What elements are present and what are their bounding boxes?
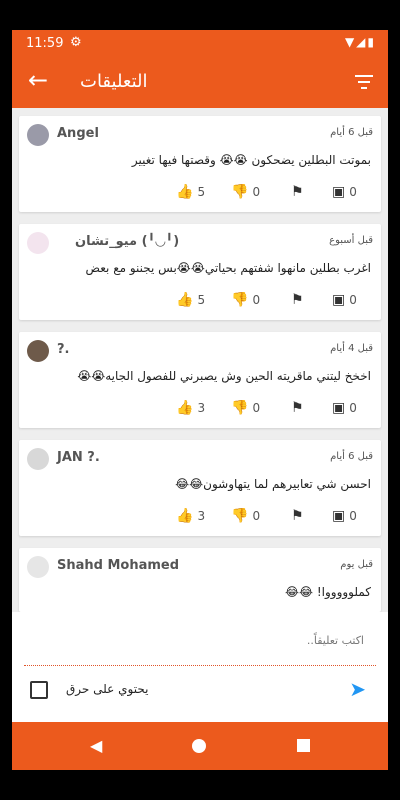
comment-time: قبل 6 أيام xyxy=(330,451,373,462)
comment-input[interactable]: اكتب تعليقاً.. xyxy=(307,634,364,647)
reply-button[interactable]: ▣ 0 xyxy=(332,292,357,308)
avatar[interactable] xyxy=(27,340,49,362)
settings-gear-icon: ⚙ xyxy=(70,35,82,50)
comment-text: احسن شي تعابيرهم لما يتهاوشون😂😂 xyxy=(175,477,371,491)
comment-icon: ▣ xyxy=(332,184,346,200)
report-button[interactable]: ⚑ xyxy=(291,184,304,200)
comment-author[interactable]: JAN ?. xyxy=(57,450,100,465)
comment-actions: 👍 5 👎 0 ⚑ ▣ 0 xyxy=(19,292,381,310)
comment-card: ميو_تشان (╹◡╹) قبل أسبوع اغرب بطلين مانه… xyxy=(19,224,381,320)
comment-card: ?. قبل 4 أيام اخخخ ليتني ماقريته الحين و… xyxy=(19,332,381,428)
thumbs-down-icon: 👎 xyxy=(231,292,249,308)
reply-count: 0 xyxy=(349,509,357,523)
avatar[interactable] xyxy=(27,232,49,254)
dislike-count: 0 xyxy=(252,293,261,307)
like-button[interactable]: 👍 5 xyxy=(176,184,205,200)
comment-author[interactable]: Shahd Mohamed xyxy=(57,558,179,573)
comment-author[interactable]: Angel xyxy=(57,126,99,141)
status-time: 11:59 xyxy=(26,36,64,51)
comment-composer: اكتب تعليقاً.. يحتوي على حرق ➤ xyxy=(12,612,388,722)
like-count: 5 xyxy=(197,185,206,199)
reply-button[interactable]: ▣ 0 xyxy=(332,184,357,200)
comment-text: كملوووووا! 😂😂 xyxy=(284,585,371,599)
thumbs-up-icon: 👍 xyxy=(176,508,194,524)
dislike-count: 0 xyxy=(252,509,261,523)
dislike-button[interactable]: 👎 0 xyxy=(231,184,260,200)
thumbs-up-icon: 👍 xyxy=(176,184,194,200)
like-button[interactable]: 👍 3 xyxy=(176,508,205,524)
avatar[interactable] xyxy=(27,124,49,146)
app-bar: ← التعليقات xyxy=(12,58,388,108)
dislike-button[interactable]: 👎 0 xyxy=(231,508,260,524)
comment-actions: 👍 3 👎 0 ⚑ ▣ 0 xyxy=(19,400,381,418)
system-status-icons: ▼◢▮ xyxy=(344,35,376,49)
like-count: 5 xyxy=(197,293,206,307)
reply-count: 0 xyxy=(349,185,357,199)
comment-text: بموتت البطلين يضحكون 😭😭 وقصتها فيها تغيي… xyxy=(131,153,371,167)
page-title: التعليقات xyxy=(80,71,148,92)
comment-time: قبل 4 أيام xyxy=(330,343,373,354)
status-bar: 11:59 ⚙ ▼◢▮ xyxy=(12,30,388,58)
reply-button[interactable]: ▣ 0 xyxy=(332,400,357,416)
report-button[interactable]: ⚑ xyxy=(291,400,304,416)
dislike-button[interactable]: 👎 0 xyxy=(231,292,260,308)
back-arrow-icon[interactable]: ← xyxy=(28,68,48,92)
app-screen: 11:59 ⚙ ▼◢▮ ← التعليقات Angel قبل 6 أيام… xyxy=(12,30,388,770)
nav-back-icon[interactable]: ◀ xyxy=(90,736,102,755)
thumbs-up-icon: 👍 xyxy=(176,292,194,308)
comment-time: قبل 6 أيام xyxy=(330,127,373,138)
spoiler-checkbox[interactable] xyxy=(30,681,48,699)
send-icon[interactable]: ➤ xyxy=(349,677,366,701)
flag-icon: ⚑ xyxy=(291,400,304,416)
nav-recents-icon[interactable] xyxy=(297,739,310,752)
flag-icon: ⚑ xyxy=(291,292,304,308)
like-count: 3 xyxy=(197,401,206,415)
comment-icon: ▣ xyxy=(332,400,346,416)
flag-icon: ⚑ xyxy=(291,184,304,200)
like-count: 3 xyxy=(197,509,206,523)
avatar[interactable] xyxy=(27,556,49,578)
comment-card: JAN ?. قبل 6 أيام احسن شي تعابيرهم لما ي… xyxy=(19,440,381,536)
flag-icon: ⚑ xyxy=(291,508,304,524)
comment-author[interactable]: ?. xyxy=(57,342,69,357)
avatar[interactable] xyxy=(27,448,49,470)
comment-actions: 👍 5 👎 0 ⚑ ▣ 0 xyxy=(19,184,381,202)
comment-text: اغرب بطلين مانهوا شفتهم بحياتي😭😭بس يجننو… xyxy=(85,261,371,275)
thumbs-down-icon: 👎 xyxy=(231,400,249,416)
report-button[interactable]: ⚑ xyxy=(291,508,304,524)
thumbs-down-icon: 👎 xyxy=(231,508,249,524)
reply-count: 0 xyxy=(349,401,357,415)
dislike-count: 0 xyxy=(252,401,261,415)
reply-count: 0 xyxy=(349,293,357,307)
like-button[interactable]: 👍 5 xyxy=(176,292,205,308)
nav-home-icon[interactable] xyxy=(192,739,206,753)
dislike-button[interactable]: 👎 0 xyxy=(231,400,260,416)
comment-card: Angel قبل 6 أيام بموتت البطلين يضحكون 😭😭… xyxy=(19,116,381,212)
report-button[interactable]: ⚑ xyxy=(291,292,304,308)
dislike-count: 0 xyxy=(252,185,261,199)
comment-author[interactable]: ميو_تشان (╹◡╹) xyxy=(75,234,179,249)
comment-text: اخخخ ليتني ماقريته الحين وش يصبرني للفصو… xyxy=(77,369,371,383)
comment-time: قبل يوم xyxy=(340,559,373,570)
comment-card: Shahd Mohamed قبل يوم كملوووووا! 😂😂 xyxy=(19,548,381,612)
filter-sort-icon[interactable] xyxy=(354,75,374,93)
spoiler-label: يحتوي على حرق xyxy=(66,682,149,696)
comment-icon: ▣ xyxy=(332,292,346,308)
system-nav-bar: ◀ xyxy=(12,722,388,770)
reply-button[interactable]: ▣ 0 xyxy=(332,508,357,524)
comment-time: قبل أسبوع xyxy=(329,235,373,246)
thumbs-up-icon: 👍 xyxy=(176,400,194,416)
input-underline xyxy=(24,665,376,666)
thumbs-down-icon: 👎 xyxy=(231,184,249,200)
comment-actions: 👍 3 👎 0 ⚑ ▣ 0 xyxy=(19,508,381,526)
like-button[interactable]: 👍 3 xyxy=(176,400,205,416)
comment-icon: ▣ xyxy=(332,508,346,524)
